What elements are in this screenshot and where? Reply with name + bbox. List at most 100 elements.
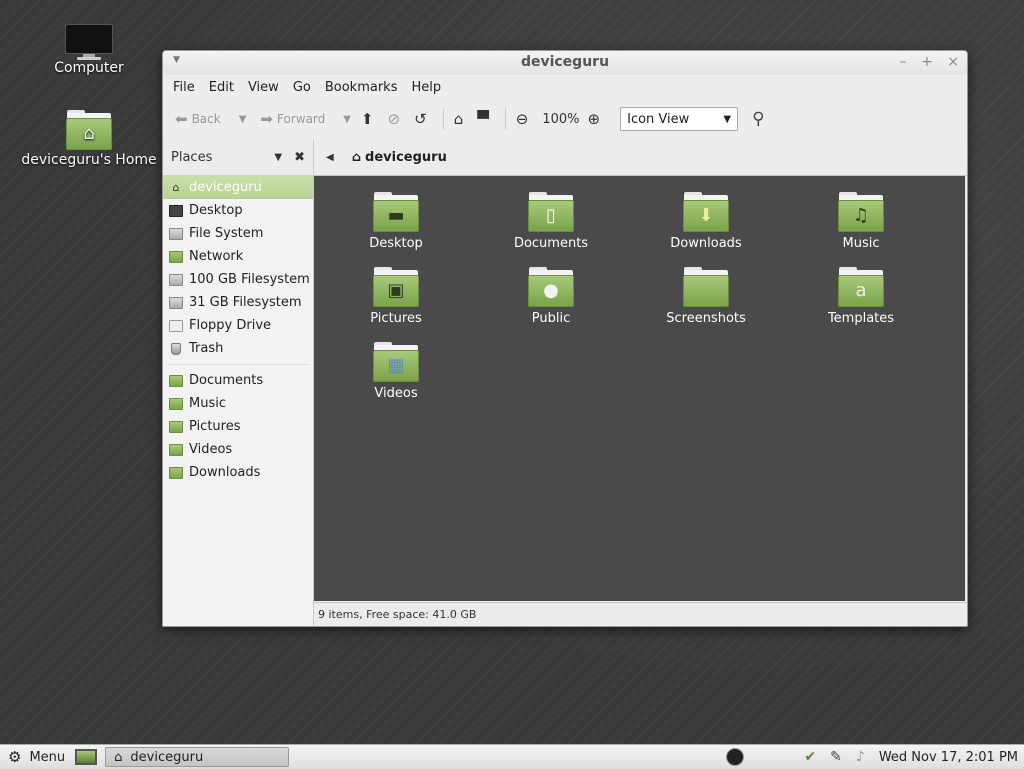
zoom-out-button[interactable]: ⊖	[516, 110, 533, 128]
folder-label: Pictures	[370, 311, 422, 326]
zoom-level: 100%	[542, 111, 580, 127]
status-bar: 9 items, Free space: 41.0 GB	[314, 602, 967, 625]
start-menu-button[interactable]: ⚙ Menu	[0, 748, 65, 766]
toolbar-separator	[442, 108, 444, 130]
network-cable-icon[interactable]: ✎	[830, 749, 842, 765]
breadcrumb-label: deviceguru	[365, 149, 447, 165]
title-bar[interactable]: ▼ deviceguru – + ×	[163, 51, 967, 75]
chevron-down-icon[interactable]: ▼	[274, 152, 282, 163]
desktop-icon-computer[interactable]: Computer	[19, 24, 159, 76]
view-mode-select[interactable]: Icon View ▼	[620, 107, 739, 131]
toolbar-separator	[504, 108, 506, 130]
back-label: Back	[191, 112, 221, 126]
maximize-icon[interactable]: +	[921, 54, 933, 70]
drive-icon	[169, 227, 183, 240]
folder-item-templates[interactable]: a Templates	[806, 267, 916, 326]
up-button[interactable]: ⬆	[361, 110, 378, 128]
search-icon[interactable]: ⚲	[752, 109, 764, 129]
folder-item-music[interactable]: ♫ Music	[806, 192, 916, 251]
sidebar-item-100gb[interactable]: 100 GB Filesystem	[163, 268, 313, 291]
taskbar-window-button[interactable]: ⌂ deviceguru	[105, 747, 290, 767]
minimize-icon[interactable]: –	[900, 54, 907, 70]
sidebar-item-label: Documents	[189, 373, 264, 388]
sidebar-item-desktop[interactable]: Desktop	[163, 199, 313, 222]
volume-icon[interactable]: ♪	[856, 749, 865, 765]
sidebar-item-documents[interactable]: Documents	[163, 369, 313, 392]
computer-icon	[65, 24, 113, 60]
menu-edit[interactable]: Edit	[209, 80, 234, 95]
close-icon[interactable]: ×	[947, 54, 959, 70]
desktop-icon-label: Computer	[54, 60, 124, 76]
folder-label: Screenshots	[666, 311, 746, 326]
folder-templates-icon: a	[838, 267, 884, 307]
sidebar-item-pictures[interactable]: Pictures	[163, 415, 313, 438]
home-icon: ⌂	[453, 110, 464, 128]
window-title: deviceguru	[520, 54, 610, 70]
clock[interactable]: Wed Nov 17, 2:01 PM	[879, 750, 1018, 765]
folder-documents-icon	[169, 374, 183, 387]
folder-label: Templates	[827, 311, 895, 326]
sidebar-item-music[interactable]: Music	[163, 392, 313, 415]
home-button[interactable]: ⌂	[454, 110, 468, 128]
sidebar-item-trash[interactable]: Trash	[163, 337, 313, 360]
forward-button[interactable]: ➡ Forward ▼	[260, 110, 351, 128]
sidebar-item-floppy[interactable]: Floppy Drive	[163, 314, 313, 337]
close-sidebar-icon[interactable]: ✖	[294, 150, 305, 165]
zoom-in-button[interactable]: ⊕	[588, 110, 605, 128]
folder-item-videos[interactable]: ▦ Videos	[341, 342, 451, 401]
computer-button[interactable]: ▀	[477, 110, 493, 128]
shield-icon[interactable]: ✔	[804, 749, 816, 765]
file-view[interactable]: ▬ Desktop ▯ Documents ⬇ Downloads ♫ Musi…	[314, 176, 965, 601]
computer-icon: ▀	[477, 110, 489, 128]
sidebar-item-network[interactable]: Network	[163, 245, 313, 268]
show-desktop-icon[interactable]	[75, 749, 98, 765]
forward-history-icon[interactable]: ▼	[343, 114, 351, 125]
drive-icon	[169, 273, 183, 286]
folder-item-screenshots[interactable]: Screenshots	[651, 267, 761, 326]
desktop-icon	[169, 204, 183, 217]
gear-icon: ⚙	[8, 748, 22, 766]
zoom-in-icon: ⊕	[587, 110, 601, 128]
start-menu-label: Menu	[29, 749, 66, 765]
menu-file[interactable]: File	[173, 80, 195, 95]
sidebar-item-label: Trash	[189, 341, 224, 356]
folder-item-public[interactable]: ● Public	[496, 267, 606, 326]
folder-music-icon: ♫	[838, 192, 884, 232]
stop-button[interactable]: ⊘	[388, 110, 405, 128]
sidebar-item-label: Floppy Drive	[189, 318, 272, 333]
arrow-right-icon: ➡	[260, 110, 273, 128]
sidebar-item-label: 100 GB Filesystem	[189, 272, 310, 287]
back-history-icon[interactable]: ▼	[239, 114, 247, 125]
folder-item-downloads[interactable]: ⬇ Downloads	[651, 192, 761, 251]
zoom-out-icon: ⊖	[515, 110, 529, 128]
folder-downloads-icon: ⬇	[683, 192, 729, 232]
sidebar-item-label: Videos	[189, 442, 233, 457]
folder-public-icon: ●	[528, 267, 574, 307]
reload-button[interactable]: ↺	[414, 110, 431, 128]
sidebar-item-videos[interactable]: Videos	[163, 438, 313, 461]
menu-bar: File Edit View Go Bookmarks Help	[163, 75, 967, 99]
folder-item-pictures[interactable]: ▣ Pictures	[341, 267, 451, 326]
folder-label: Desktop	[369, 236, 423, 251]
path-back-icon[interactable]: ◀	[326, 152, 334, 163]
sidebar: Places ▼ ✖ ⌂ deviceguru Desktop File Sys…	[163, 139, 314, 626]
sidebar-item-31gb[interactable]: 31 GB Filesystem	[163, 291, 313, 314]
trash-icon	[171, 342, 181, 355]
sidebar-item-downloads[interactable]: Downloads	[163, 461, 313, 484]
sidebar-item-deviceguru[interactable]: ⌂ deviceguru	[163, 176, 313, 199]
menu-help[interactable]: Help	[411, 80, 441, 95]
camera-icon[interactable]	[726, 748, 745, 766]
breadcrumb-current[interactable]: ⌂ deviceguru	[352, 150, 447, 165]
folder-item-desktop[interactable]: ▬ Desktop	[341, 192, 451, 251]
toolbar: ⬅ Back ▼ ➡ Forward ▼ ⬆ ⊘ ↺ ⌂ ▀ ⊖ 100% ⊕ …	[163, 99, 967, 140]
menu-go[interactable]: Go	[293, 80, 311, 95]
sidebar-title[interactable]: Places	[171, 150, 274, 165]
desktop-icon-home[interactable]: ⌂ deviceguru's Home	[19, 110, 159, 168]
back-button[interactable]: ⬅ Back ▼	[175, 110, 246, 128]
sidebar-item-file-system[interactable]: File System	[163, 222, 313, 245]
sidebar-item-label: File System	[189, 226, 264, 241]
folder-item-documents[interactable]: ▯ Documents	[496, 192, 606, 251]
folder-desktop-icon: ▬	[373, 192, 419, 232]
menu-bookmarks[interactable]: Bookmarks	[325, 80, 398, 95]
menu-view[interactable]: View	[248, 80, 279, 95]
